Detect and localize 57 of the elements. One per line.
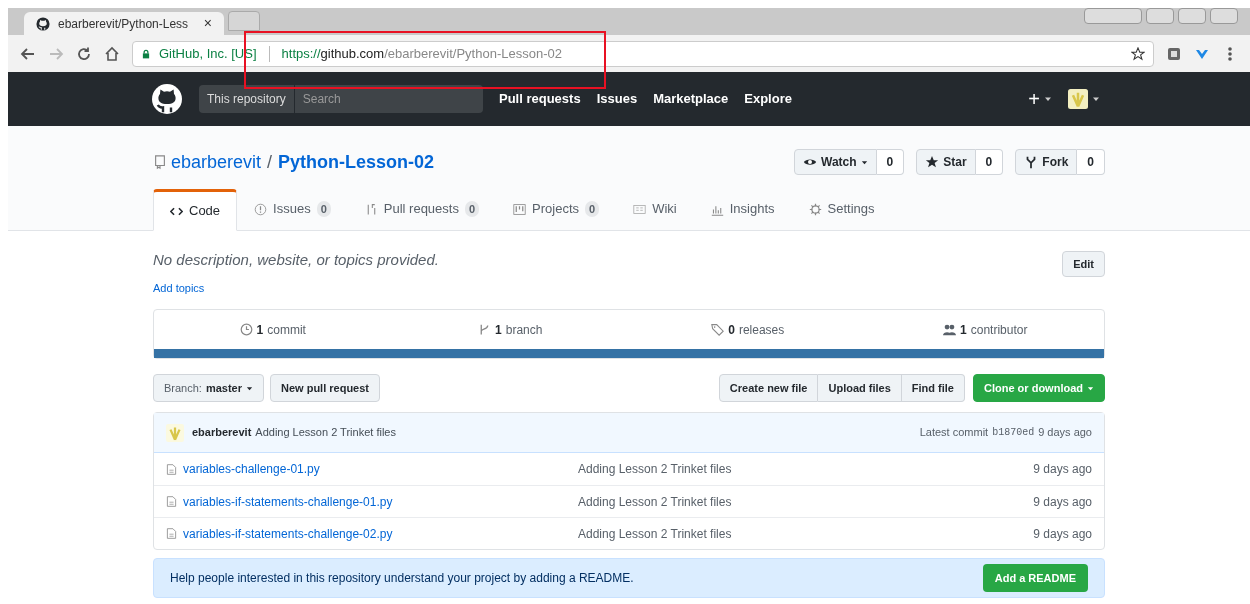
counter-badge: 0 (464, 200, 480, 218)
nav-link[interactable]: Issues (596, 89, 638, 109)
commit-author-link[interactable]: ebarberevit (192, 424, 252, 441)
new-pull-request-button[interactable]: New pull request (270, 374, 381, 402)
repo-tab[interactable]: Pull requests 0 (347, 188, 497, 230)
file-age: 9 days ago (1033, 525, 1092, 543)
url-text: https://github.com/ebarberevit/Python-Lesson-02 (281, 44, 562, 63)
browser-tab[interactable]: ebarberevit/Python-Less × (24, 12, 224, 35)
file-age: 9 days ago (1033, 493, 1092, 511)
commit-message-link[interactable]: Adding Lesson 2 Trinket files (255, 424, 396, 441)
summary-link[interactable]: 1 contributor (866, 320, 1104, 339)
edit-button[interactable]: Edit (1062, 251, 1105, 277)
repo-name-link[interactable]: Python-Lesson-02 (278, 148, 435, 176)
file-action-button[interactable]: Upload files (818, 374, 902, 402)
file-name-link[interactable]: variables-if-statements-challenge-01.py (183, 492, 393, 511)
nav-link[interactable]: Marketplace (653, 89, 729, 109)
repo-tab[interactable]: Wiki (616, 188, 694, 230)
repo-action-button[interactable]: Watch (794, 149, 877, 175)
add-topics-link[interactable]: Add topics (153, 279, 1063, 296)
repo-tab[interactable]: Code (153, 189, 238, 231)
file-name-link[interactable]: variables-if-statements-challenge-02.py (183, 524, 393, 543)
repo-tab[interactable]: Issues 0 (237, 188, 348, 230)
tab-title: ebarberevit/Python-Less (58, 15, 190, 33)
summary-link[interactable]: 1 commit (154, 320, 392, 339)
repo-tab[interactable]: Settings (791, 188, 892, 230)
nav-link[interactable]: Explore (744, 89, 792, 109)
file-action-button[interactable]: Create new file (718, 374, 819, 402)
latest-commit-label: Latest commit (919, 425, 989, 441)
repo-tab[interactable]: Projects 0 (496, 188, 617, 230)
summary-link[interactable]: 0 releases (629, 320, 867, 339)
new-menu-button[interactable]: + (1028, 89, 1052, 109)
summary-link[interactable]: 1 branch (391, 320, 629, 339)
social-count[interactable]: 0 (876, 149, 905, 175)
owner-link[interactable]: ebarberevit (171, 148, 262, 176)
search-field[interactable]: Search (294, 85, 483, 113)
scope-label: This repository (199, 85, 294, 113)
file-age: 9 days ago (1033, 461, 1092, 478)
commit-sha-link[interactable]: b1870ed (992, 425, 1035, 440)
file-commit-message[interactable]: Adding Lesson 2 Trinket files (578, 524, 1034, 543)
readme-prompt-text: Help people interested in this repository understand your project by adding a README. (170, 570, 635, 587)
repo-action-button[interactable]: Fork (1015, 149, 1078, 175)
counter-badge: 0 (316, 200, 331, 218)
file-name-link[interactable]: variables-challenge-01.py (183, 460, 320, 478)
repo-tab[interactable]: Insights (693, 188, 792, 230)
social-count[interactable]: 0 (1077, 149, 1105, 175)
file-commit-message[interactable]: Adding Lesson 2 Trinket files (578, 492, 1034, 511)
counter-badge: 0 (585, 200, 600, 218)
repo-action-button[interactable]: Star (916, 149, 976, 175)
file-action-button[interactable]: Find file (901, 374, 965, 402)
commit-age: 9 days ago (1038, 425, 1092, 441)
social-count[interactable]: 0 (975, 149, 1004, 175)
nav-link[interactable]: Pull requests (499, 89, 581, 109)
file-commit-message[interactable]: Adding Lesson 2 Trinket files (578, 460, 1034, 478)
branch-select-button[interactable]: Branch: master (153, 374, 264, 402)
repo-description: No description, website, or topics provided. (153, 250, 440, 270)
tab-close-button[interactable]: × (203, 13, 212, 34)
path-separator: / (267, 150, 273, 174)
